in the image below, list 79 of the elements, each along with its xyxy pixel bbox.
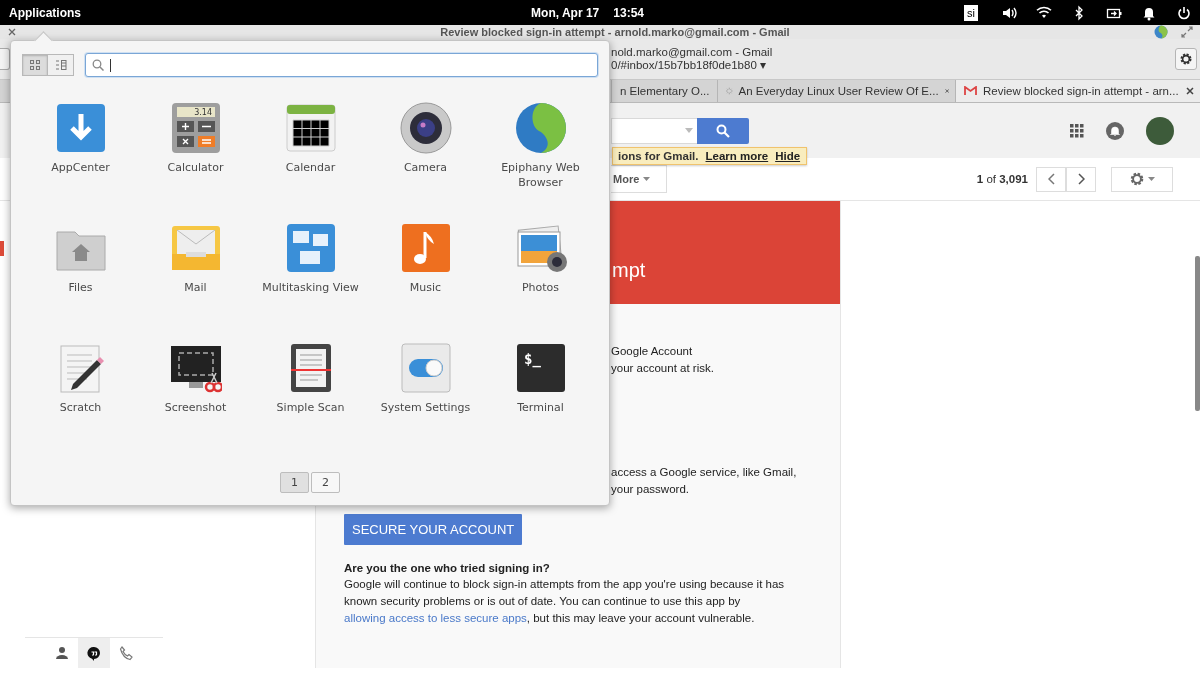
more-button[interactable]: More <box>611 165 668 193</box>
globe-icon <box>1154 25 1168 39</box>
date-text: Mon, Apr 17 <box>531 5 600 20</box>
globe-icon <box>514 102 567 154</box>
terminal-icon: $_ <box>514 342 567 394</box>
secure-account-button[interactable]: SECURE YOUR ACCOUNT <box>344 514 523 545</box>
toggle-icon <box>399 342 452 394</box>
caret-icon <box>643 177 651 181</box>
chat-icon <box>87 645 101 661</box>
allow-access-link[interactable]: allowing access to less secure apps <box>344 612 527 624</box>
search-icon <box>716 123 730 138</box>
settings-button[interactable] <box>1111 166 1173 192</box>
chevron-right-icon <box>1077 173 1085 185</box>
phone-icon <box>119 645 133 661</box>
sidebar-tab[interactable] <box>78 638 110 668</box>
app-launcher-item[interactable]: Simple Scan <box>253 342 368 462</box>
app-launcher-item[interactable]: AppCenter <box>23 102 138 222</box>
download-icon <box>54 102 107 154</box>
banner-link[interactable]: Learn more <box>705 150 769 162</box>
page-button[interactable]: 2 <box>311 472 340 493</box>
calendar-icon <box>284 102 337 154</box>
close-icon[interactable] <box>944 87 949 95</box>
app-launcher-item[interactable]: Scratch <box>23 342 138 462</box>
spinner-icon <box>726 85 733 97</box>
caret-icon <box>685 128 693 133</box>
music-icon <box>399 222 452 274</box>
applications-menu[interactable]: Applications <box>9 5 81 20</box>
search-button[interactable] <box>697 117 749 144</box>
email-text: your password. <box>611 482 690 497</box>
photos-icon <box>514 222 567 274</box>
list-icon <box>54 59 67 71</box>
app-launcher-item[interactable]: System Settings <box>368 342 483 462</box>
browser-tab[interactable]: n Elementary O... <box>611 80 717 102</box>
close-icon[interactable] <box>8 28 16 36</box>
camera-icon <box>399 102 452 154</box>
sidebar-marker <box>0 241 4 256</box>
search-field[interactable] <box>611 117 697 144</box>
pagination-text: 1 of 3,091 <box>976 173 1028 185</box>
close-icon[interactable] <box>1186 87 1194 95</box>
settings-icon <box>1179 52 1193 66</box>
search-field[interactable] <box>85 53 598 77</box>
settings-icon <box>1129 171 1145 187</box>
app-launcher-item[interactable]: Files <box>23 222 138 342</box>
windows-icon <box>284 222 337 274</box>
email-text: access a Google service, like Gmail, <box>611 465 798 480</box>
indicator-badge[interactable]: si <box>964 4 978 21</box>
email-text: Google Account <box>611 344 694 359</box>
banner-link[interactable]: Hide <box>775 150 801 162</box>
app-launcher-item[interactable]: $_ Terminal <box>483 342 598 462</box>
browser-tab[interactable]: Review blocked sign-in attempt - arn... <box>955 80 1200 102</box>
calculator-icon: 3.14 <box>169 102 222 154</box>
chevron-left-icon <box>1047 173 1055 185</box>
url-text[interactable]: 0/#inbox/15b7bb18f0de1b80 ▾ <box>611 59 1175 72</box>
person-icon <box>55 645 69 661</box>
page-title-text: nold.marko@gmail.com - Gmail <box>611 46 774 59</box>
caret-icon <box>1148 177 1155 181</box>
grid-view-button[interactable] <box>22 54 48 76</box>
clock-text: 13:54 <box>613 5 644 20</box>
grid-icon <box>29 59 41 71</box>
search-icon <box>92 59 104 71</box>
page-button[interactable]: 1 <box>280 472 309 493</box>
settings-button[interactable] <box>1175 48 1197 70</box>
email-text: your account at risk. <box>611 361 715 376</box>
power-icon[interactable] <box>1176 4 1192 21</box>
mail-icon <box>964 86 977 96</box>
email-paragraph: Google will continue to block sign-in attempts from the app you're using because it has known security problems or is out of date. You can continue to use this app by allowing access to less secure apps, but this may leave your account vulnerable. <box>344 577 786 626</box>
next-button[interactable] <box>1066 166 1096 192</box>
app-launcher-item[interactable]: Screenshot <box>138 342 253 462</box>
app-launcher-item[interactable]: 3.14 Calculator <box>138 102 253 222</box>
banner-text: ions for Gmail. <box>618 150 699 162</box>
list-view-button[interactable] <box>48 54 74 76</box>
resize-icon[interactable] <box>1180 25 1194 39</box>
apps-grid-icon[interactable] <box>1070 123 1084 138</box>
back-button[interactable] <box>0 48 10 70</box>
email-subheading: Are you the one who tried signing in? <box>344 562 551 574</box>
scrollbar-thumb[interactable] <box>1195 256 1200 411</box>
avatar[interactable] <box>1146 116 1174 145</box>
window-title: Review blocked sign-in attempt - arnold.marko@gmail.com - Gmail <box>439 25 791 39</box>
app-launcher-item[interactable]: Mail <box>138 222 253 342</box>
